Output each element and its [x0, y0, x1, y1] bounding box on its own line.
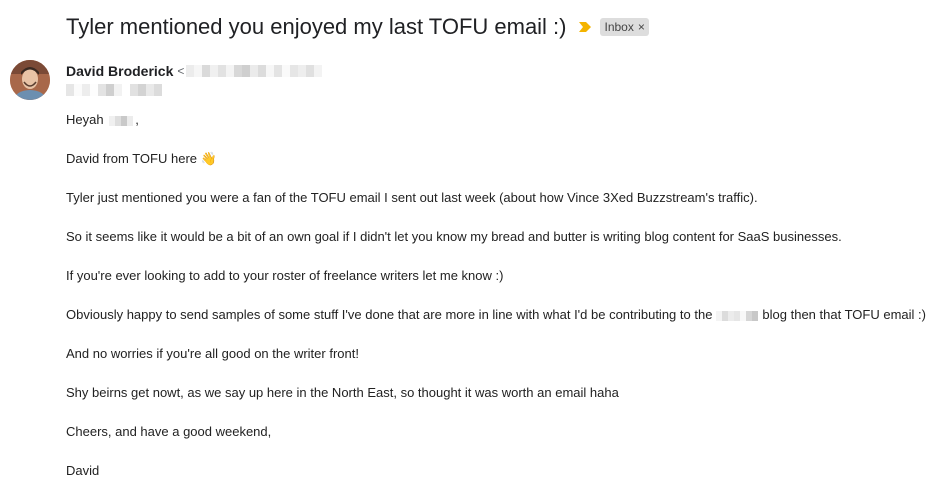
paragraph-samples: Obviously happy to send samples of some …: [66, 307, 926, 322]
redacted-company: [716, 310, 759, 321]
signature: David: [66, 463, 100, 478]
label-text: Inbox: [604, 20, 634, 34]
sender-avatar[interactable]: [10, 60, 50, 100]
recipient-row: [66, 84, 162, 96]
paragraph-own-goal: So it seems like it would be a bit of an…: [66, 229, 842, 244]
samples-text-start: Obviously happy to send samples of some …: [66, 307, 713, 322]
subject-row: Tyler mentioned you enjoyed my last TOFU…: [66, 12, 649, 42]
redacted-name: [109, 115, 134, 126]
paragraph-cheers: Cheers, and have a good weekend,: [66, 424, 272, 439]
paragraph-intro: David from TOFU here 👋: [66, 151, 217, 166]
greeting-text: Heyah: [66, 112, 108, 127]
paragraph-greeting: Heyah ,: [66, 112, 139, 127]
greeting-comma: ,: [135, 112, 139, 127]
samples-text-end: blog then that TOFU email :): [762, 307, 926, 322]
redacted-sender-email: [186, 65, 323, 77]
paragraph-roster: If you're ever looking to add to your ro…: [66, 268, 504, 283]
email-subject: Tyler mentioned you enjoyed my last TOFU…: [66, 14, 567, 39]
paragraph-no-worries: And no worries if you're all good on the…: [66, 346, 359, 361]
paragraph-tyler: Tyler just mentioned you were a fan of t…: [66, 190, 758, 205]
inbox-label-chip[interactable]: Inbox ×: [599, 18, 649, 36]
redacted-recipient: [66, 84, 162, 96]
importance-marker-icon[interactable]: [578, 21, 592, 33]
sender-row: David Broderick <: [66, 63, 323, 79]
sender-email-open: <: [177, 64, 185, 78]
remove-label-button[interactable]: ×: [638, 21, 645, 33]
paragraph-shy-beirns: Shy beirns get nowt, as we say up here i…: [66, 385, 619, 400]
sender-name: David Broderick: [66, 63, 174, 79]
